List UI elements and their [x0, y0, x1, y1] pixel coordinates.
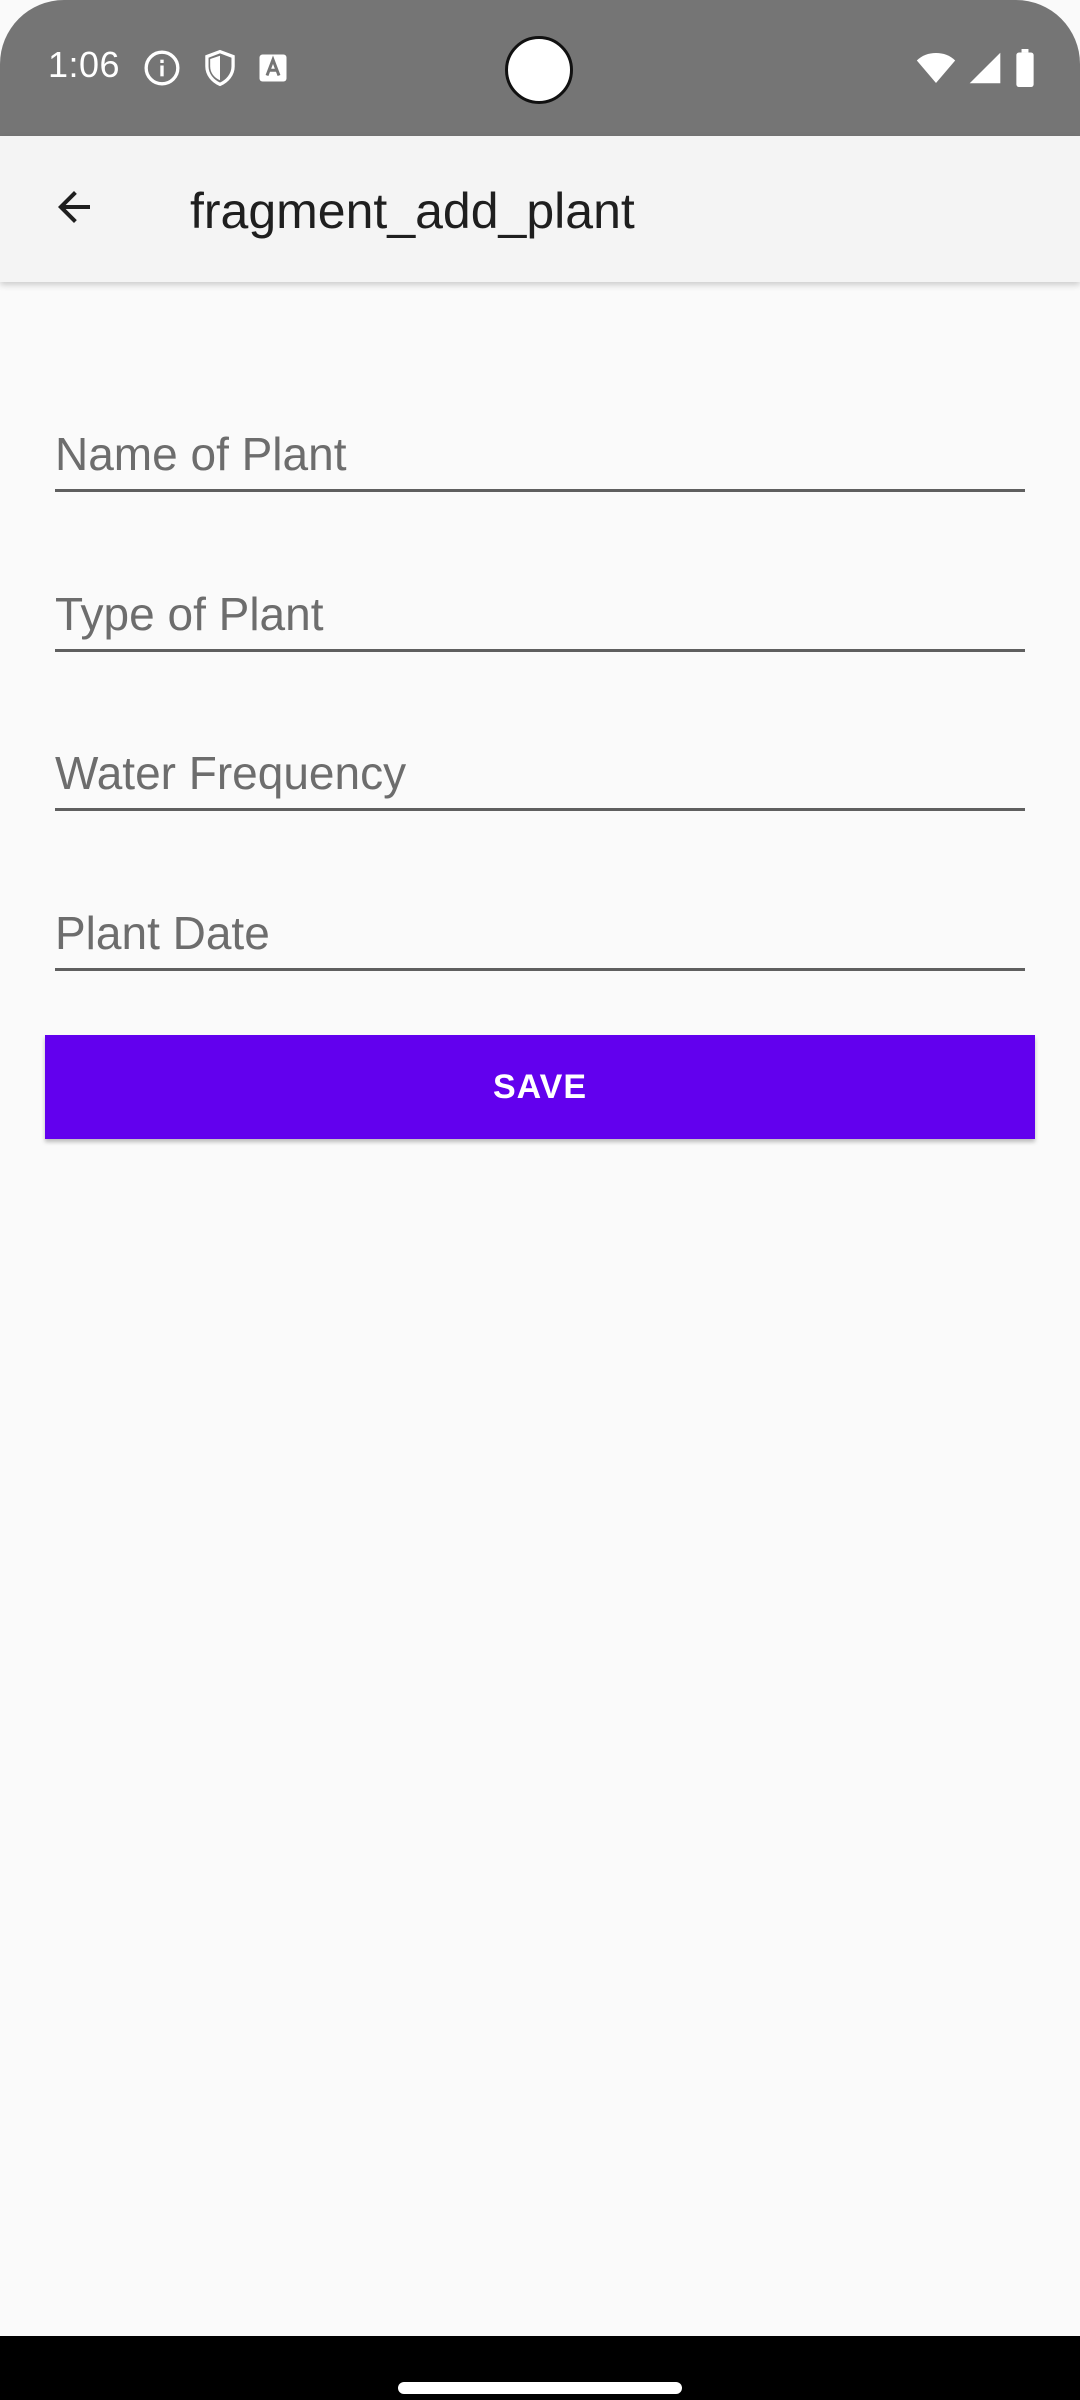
- keyboard-a-icon: [258, 53, 288, 83]
- page-title: fragment_add_plant: [190, 183, 635, 239]
- back-button[interactable]: [26, 161, 122, 257]
- plant-name-input[interactable]: [55, 427, 1025, 481]
- home-indicator[interactable]: [398, 2382, 682, 2394]
- water-frequency-input[interactable]: [55, 746, 1025, 800]
- plant-type-field: [55, 558, 1025, 652]
- status-time: 1:06: [48, 44, 121, 85]
- signal-icon: [968, 50, 1002, 86]
- status-icons-right: [916, 48, 1036, 88]
- plant-name-field: [55, 398, 1025, 492]
- app-bar: fragment_add_plant: [0, 136, 1080, 282]
- status-bar: 1:06: [0, 0, 1080, 136]
- wifi-icon: [916, 50, 956, 86]
- plant-date-input[interactable]: [55, 906, 1025, 960]
- camera-cutout: [505, 36, 573, 104]
- arrow-back-icon: [50, 183, 98, 236]
- info-icon: [142, 48, 182, 88]
- plant-date-field: [55, 877, 1025, 971]
- status-icons-left: [142, 48, 288, 88]
- save-button[interactable]: SAVE: [45, 1035, 1035, 1139]
- water-frequency-field: [55, 717, 1025, 811]
- plant-type-input[interactable]: [55, 587, 1025, 641]
- shield-icon: [202, 48, 238, 88]
- battery-icon: [1014, 49, 1036, 87]
